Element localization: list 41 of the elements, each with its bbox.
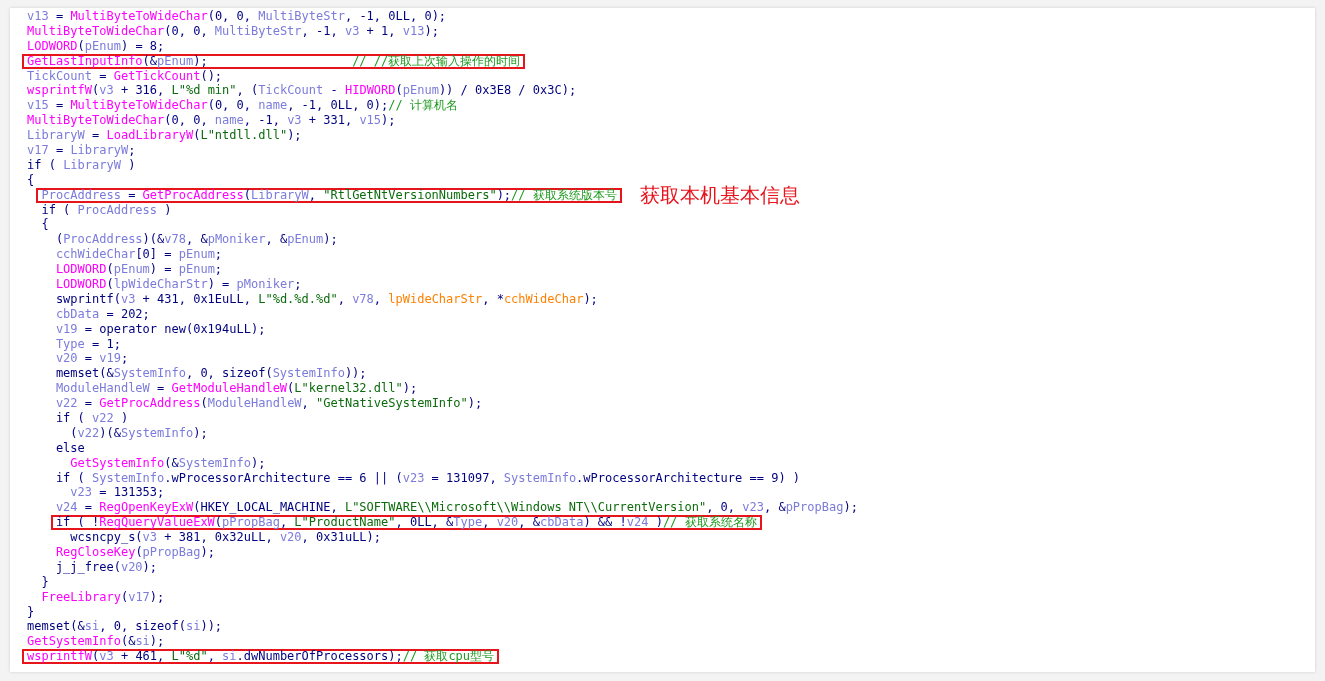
code-line: cbData = 202; [54, 306, 151, 322]
code-line: Type = 1; [54, 336, 122, 352]
code-line: ModuleHandleW = GetModuleHandleW(L"kernel32.dll"); [54, 381, 419, 397]
code-line: wsprintfW(v3 + 316, L"%d min", (TickCount - HIDWORD(pEnum)) / 0x3E8 / 0x3C); [26, 83, 578, 99]
code-line: MultiByteToWideChar(0, 0, MultiByteStr, -1, v3 + 1, v13); [26, 23, 440, 39]
code-line: if ( v22 ) [54, 411, 130, 426]
code-line: v22 = GetProcAddress(ModuleHandleW, "GetNativeSystemInfo"); [54, 396, 484, 412]
code-line: RegCloseKey(pPropBag); [54, 545, 216, 560]
code-line: MultiByteToWideChar(0, 0, name, -1, v3 + 331, v15); [26, 113, 397, 129]
code-line: if ( ProcAddress ) [40, 202, 173, 218]
code-line: (ProcAddress)(&v78, &pMoniker, &pEnum); [54, 232, 339, 248]
code-line: else [54, 440, 86, 456]
code-line: } [40, 574, 50, 590]
code-line: memset(&si, 0, sizeof(si)); [26, 619, 224, 635]
code-line: v15 = MultiByteToWideChar(0, 0, name, -1, 0LL, 0);// 计算机名 [26, 98, 459, 114]
code-line: LODWORD(pEnum) = 8; [26, 38, 166, 54]
code-line: { [40, 217, 50, 233]
code-line: FreeLibrary(v17); [40, 589, 166, 605]
code-line: GetSystemInfo(&SystemInfo); [69, 455, 267, 471]
code-line: swprintf(v3 + 431, 0x1EuLL, L"%d.%d.%d", v78, lpWideCharStr, *cchWideChar); [54, 291, 599, 307]
code-line: } [26, 604, 36, 620]
code-line: v17 = LibraryW; [26, 142, 137, 158]
code-line: if ( SystemInfo.wProcessorArchitecture == 6 || (v23 = 131097, SystemInfo.wProcessorArchitecture == 9) ) [54, 470, 802, 486]
code-line: memset(&SystemInfo, 0, sizeof(SystemInfo)); [54, 366, 368, 382]
code-line: (v22)(&SystemInfo); [69, 425, 209, 441]
code-line: cchWideChar[0] = pEnum; [54, 247, 224, 263]
code-line: { [26, 172, 36, 188]
code-line: LibraryW = LoadLibraryW(L"ntdll.dll"); [26, 128, 303, 144]
code-line: GetSystemInfo(&si); [26, 634, 166, 650]
code-line: LODWORD(lpWideCharStr) = pMoniker; [54, 277, 303, 292]
code-line: LODWORD(pEnum) = pEnum; [54, 262, 224, 278]
code-line: if ( LibraryW ) [26, 157, 137, 173]
code-line: v19 = operator new(0x194uLL); [54, 321, 267, 337]
code-line: v13 = MultiByteToWideChar(0, 0, MultiByteStr, -1, 0LL, 0); [26, 8, 448, 24]
code-line: j_j_free(v20); [54, 559, 159, 575]
code-line: TickCount = GetTickCount(); [26, 68, 224, 84]
code-line: v23 = 131353; [69, 485, 166, 501]
code-line: v24 = RegOpenKeyExW(HKEY_LOCAL_MACHINE, L"SOFTWARE\\Microsoft\\Windows NT\\CurrentVersion", 0, v23, &pPropBag); [54, 500, 859, 516]
code-line: wcsncpy_s(v3 + 381, 0x32uLL, v20, 0x31uLL); [69, 530, 383, 546]
annotation-text: 获取本机基本信息 [639, 187, 800, 203]
code-line: v20 = v19; [54, 351, 130, 367]
